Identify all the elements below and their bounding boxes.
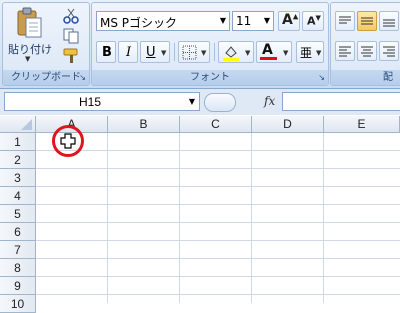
row-header-8[interactable]: 8 [0, 259, 36, 277]
font-name-value: MS Pゴシック [100, 16, 178, 30]
alignment-group: 配 [330, 2, 400, 86]
ribbon: 貼り付け ▼ クリップボード ↘ MS Pゴシック ▼ 11 ▼ A▲ A▼ B… [0, 0, 400, 89]
chevron-down-icon[interactable]: ▼ [264, 16, 270, 25]
fill-color-icon [223, 46, 239, 61]
cut-icon[interactable] [61, 7, 81, 25]
chevron-down-icon[interactable]: ▼ [245, 49, 250, 57]
align-right-icon [383, 46, 395, 57]
chevron-down-icon[interactable]: ▼ [201, 49, 206, 57]
align-center-icon [361, 46, 373, 57]
phonetic-button[interactable]: 亜 ▼ [296, 41, 324, 63]
dialog-launcher-icon[interactable]: ↘ [318, 70, 325, 85]
phonetic-icon: 亜 [300, 46, 313, 60]
column-header-d[interactable]: D [252, 116, 324, 133]
align-bottom-button[interactable] [379, 11, 399, 31]
formula-bar: H15 ▼ fx [0, 89, 400, 115]
paste-button[interactable]: 貼り付け ▼ [7, 5, 52, 67]
font-color-bar [260, 57, 277, 60]
shrink-font-button[interactable]: A▼ [302, 11, 324, 31]
format-painter-icon[interactable] [61, 47, 81, 65]
paste-icon [17, 7, 42, 38]
row-header-7[interactable]: 7 [0, 241, 36, 259]
formula-bar-splitter[interactable] [204, 93, 236, 112]
align-middle-icon [361, 17, 373, 25]
fx-icon[interactable]: fx [264, 94, 275, 108]
font-color-icon: A [262, 42, 273, 58]
align-middle-button[interactable] [357, 11, 377, 31]
chevron-down-icon[interactable]: ▼ [220, 16, 226, 25]
formula-input[interactable] [282, 92, 400, 111]
column-header-b[interactable]: B [108, 116, 180, 133]
chevron-down-icon[interactable]: ▼ [189, 97, 195, 106]
bold-icon: B [102, 45, 112, 60]
align-bottom-icon [383, 19, 395, 27]
clipboard-group-label: クリップボード ↘ [3, 70, 89, 85]
row-header-2[interactable]: 2 [0, 151, 36, 169]
align-left-button[interactable] [335, 41, 355, 61]
chevron-down-icon[interactable]: ▼ [283, 49, 288, 57]
borders-icon [182, 45, 197, 60]
borders-button[interactable]: ▼ [178, 41, 210, 63]
fill-color-button[interactable]: ▼ [218, 41, 254, 63]
chevron-down-icon[interactable]: ▼ [161, 49, 166, 57]
row-header-10[interactable]: 10 [0, 295, 36, 313]
grow-font-button[interactable]: A▲ [278, 11, 300, 31]
align-center-button[interactable] [357, 41, 377, 61]
select-all-corner[interactable] [0, 116, 36, 133]
row-header-5[interactable]: 5 [0, 205, 36, 223]
chevron-down-icon[interactable]: ▼ [316, 49, 321, 57]
align-top-icon [339, 16, 351, 24]
row-header-4[interactable]: 4 [0, 187, 36, 205]
name-box[interactable]: H15 ▼ [4, 92, 200, 111]
align-left-icon [339, 46, 351, 57]
bold-button[interactable]: B [96, 41, 116, 63]
font-size-value: 11 [236, 14, 252, 28]
clipboard-group: 貼り付け ▼ クリップボード ↘ [2, 2, 90, 86]
column-header-c[interactable]: C [180, 116, 252, 133]
column-header-e[interactable]: E [324, 116, 400, 133]
align-top-button[interactable] [335, 11, 355, 31]
font-name-select[interactable]: MS Pゴシック ▼ [96, 11, 230, 31]
worksheet-grid[interactable]: A B C D E 1 2 3 4 5 6 7 8 9 10 [0, 116, 400, 313]
name-box-value: H15 [78, 95, 101, 109]
underline-button[interactable]: U ▼ [140, 41, 170, 63]
italic-button[interactable]: I [118, 41, 138, 63]
row-header-1[interactable]: 1 [0, 133, 36, 151]
cell-select-cross-icon [60, 133, 76, 149]
chevron-down-icon: ▼ [25, 55, 31, 63]
row-header-9[interactable]: 9 [0, 277, 36, 295]
grow-font-icon: A▲ [282, 12, 299, 28]
dialog-launcher-icon[interactable]: ↘ [79, 70, 86, 85]
row-header-6[interactable]: 6 [0, 223, 36, 241]
italic-icon: I [126, 45, 132, 60]
copy-icon[interactable] [61, 27, 81, 45]
alignment-group-label: 配 [331, 70, 400, 85]
font-color-button[interactable]: A ▼ [256, 41, 292, 63]
shrink-font-icon: A▼ [307, 14, 321, 28]
font-size-select[interactable]: 11 ▼ [232, 11, 274, 31]
font-group: MS Pゴシック ▼ 11 ▼ A▲ A▼ B I U ▼ ▼ ▼ A ▼ 亜 … [91, 2, 329, 86]
underline-icon: U [146, 45, 156, 60]
align-right-button[interactable] [379, 41, 399, 61]
row-header-3[interactable]: 3 [0, 169, 36, 187]
font-group-label: フォント ↘ [92, 70, 328, 85]
